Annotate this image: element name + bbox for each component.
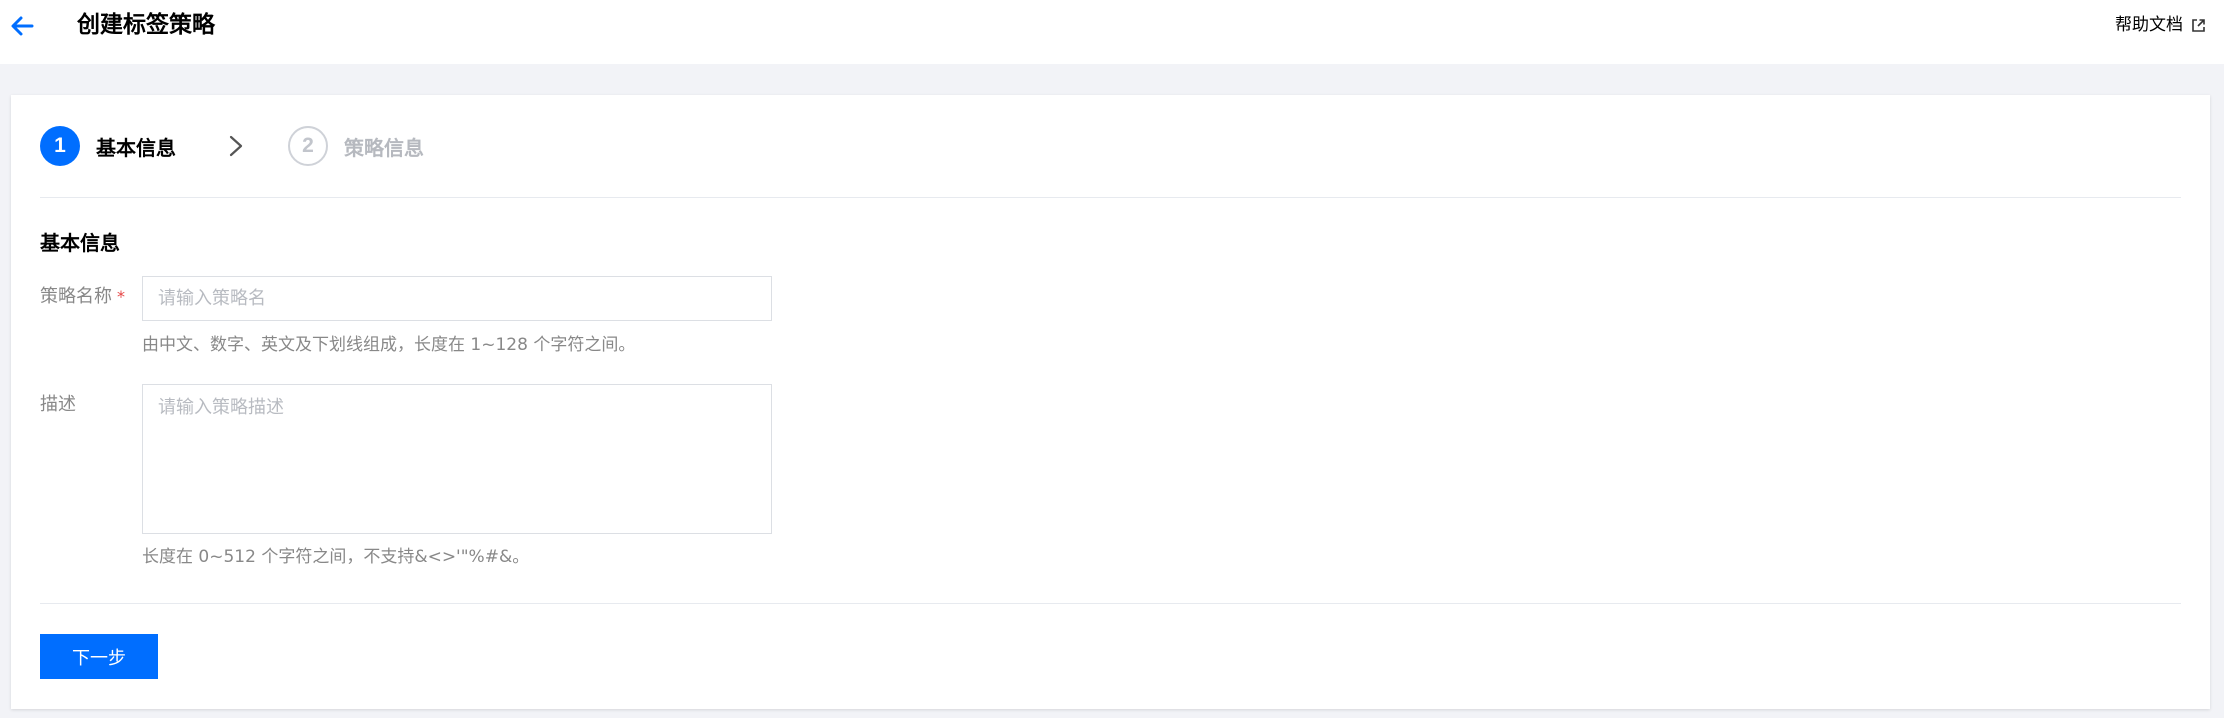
top-bar: 创建标签策略 帮助文档	[0, 0, 2224, 64]
external-link-icon	[2192, 18, 2205, 32]
policy-name-hint: 由中文、数字、英文及下划线组成，长度在 1~128 个字符之间。	[142, 335, 636, 355]
divider	[40, 603, 2181, 604]
form-card: 1 基本信息 2 策略信息 基本信息 策略名称 * 由中文、数字、英文及下划线组成…	[11, 95, 2210, 709]
policy-name-label: 策略名称 *	[40, 283, 125, 311]
step-number: 1	[40, 126, 80, 166]
description-hint: 长度在 0~512 个字符之间，不支持&<>'"%#&。	[142, 547, 530, 567]
step-label: 基本信息	[96, 135, 176, 160]
policy-name-label-text: 策略名称	[40, 286, 112, 307]
step-label: 策略信息	[344, 135, 424, 160]
step-basic-info: 1 基本信息	[40, 126, 176, 166]
help-docs-link[interactable]: 帮助文档	[2115, 12, 2206, 38]
section-title: 基本信息	[40, 231, 120, 255]
divider	[40, 197, 2181, 198]
help-docs-label: 帮助文档	[2115, 15, 2183, 35]
arrow-left-icon	[11, 16, 34, 36]
next-step-button[interactable]: 下一步	[40, 634, 158, 679]
step-policy-info: 2 策略信息	[288, 126, 424, 166]
chevron-right-icon	[229, 135, 243, 157]
required-mark: *	[117, 287, 125, 306]
policy-name-input[interactable]	[142, 276, 772, 321]
step-indicator: 1 基本信息 2 策略信息	[40, 125, 424, 167]
description-label: 描述	[40, 394, 76, 415]
back-button[interactable]	[8, 11, 38, 41]
page-title: 创建标签策略	[77, 12, 215, 38]
description-textarea[interactable]	[142, 384, 772, 534]
step-number: 2	[288, 126, 328, 166]
